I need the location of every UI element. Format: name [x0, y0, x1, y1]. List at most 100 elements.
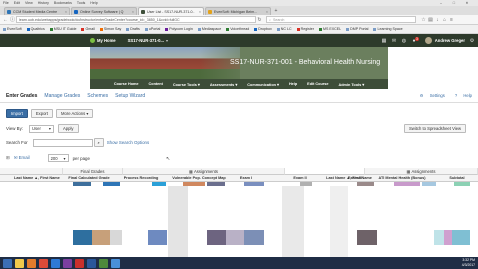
info-icon[interactable]: ⓘ	[9, 16, 16, 23]
grade-cell[interactable]	[148, 230, 167, 245]
browser-tab[interactable]: CCM Student Media Centre ×	[4, 7, 70, 15]
menu-file[interactable]: File	[3, 1, 9, 5]
avatar[interactable]	[424, 37, 432, 44]
grade-cell[interactable]	[207, 182, 225, 186]
menu-view[interactable]: View	[25, 1, 33, 5]
grade-cell[interactable]	[357, 182, 374, 186]
bookmark-item[interactable]: Dropbox	[254, 27, 272, 31]
menu-help[interactable]: Help	[90, 1, 97, 5]
firefox-icon[interactable]	[27, 258, 36, 268]
browser-tab[interactable]: Online Survey Software | Q ×	[71, 7, 137, 15]
column-header-ati-bonus[interactable]: ATI Mental Health (Bonus)	[372, 175, 432, 182]
url-field[interactable]: learn.uob.edu/webapps/gradebook/do/instr…	[16, 16, 256, 23]
bookmark-item[interactable]: EvenSoft	[3, 27, 22, 31]
tab-close-icon[interactable]: ×	[132, 10, 134, 14]
app-icon[interactable]	[111, 258, 120, 268]
bookmark-item[interactable]: NC LC	[276, 27, 292, 31]
menu-assessments[interactable]: Assessments ▾	[210, 82, 237, 87]
grade-cell[interactable]	[73, 230, 92, 245]
clock[interactable]: 3:32 PM 4/3/2017	[462, 258, 475, 267]
search-button[interactable]: ⌕	[93, 138, 104, 147]
message-icon[interactable]: ✉	[391, 38, 397, 44]
bookmark-item[interactable]: Voicethread	[226, 27, 249, 31]
word-icon[interactable]	[87, 258, 96, 268]
grade-cell[interactable]	[244, 230, 264, 245]
grade-cell[interactable]	[152, 182, 166, 186]
new-tab-button[interactable]: +	[272, 7, 280, 15]
reload-icon[interactable]: ↻	[256, 17, 263, 23]
course-selector[interactable]: SS17-NUR-371-0...	[128, 38, 164, 43]
menu-edit-course[interactable]: Edit Course	[307, 82, 328, 86]
outlook-icon[interactable]	[51, 258, 60, 268]
apply-button[interactable]: Apply	[58, 124, 79, 133]
hamburger-menu-icon[interactable]: ≡	[448, 17, 455, 23]
onenote-icon[interactable]	[63, 258, 72, 268]
grade-cell[interactable]	[357, 230, 377, 245]
tab-enter-grades[interactable]: Enter Grades	[6, 93, 37, 99]
column-header-exam-3[interactable]: Exam III	[335, 175, 375, 182]
tab-setup-wizard[interactable]: Setup Wizard	[115, 93, 145, 99]
back-arrow-icon[interactable]: ←	[2, 17, 9, 23]
more-actions-button[interactable]: More Actions ▾	[55, 109, 94, 118]
per-page-select[interactable]: 200 ▾	[47, 154, 69, 162]
menu-communication[interactable]: Communication ▾	[247, 82, 279, 87]
grade-cell[interactable]	[422, 182, 436, 186]
menu-help[interactable]: Help	[289, 82, 297, 86]
my-home-link[interactable]: My Home	[97, 38, 116, 43]
tab-close-icon[interactable]: ×	[199, 10, 201, 14]
gear-icon[interactable]: ⚙	[469, 38, 475, 44]
bookmark-item[interactable]: Qualtrics	[26, 27, 45, 31]
menu-bookmarks[interactable]: Bookmarks	[54, 1, 72, 5]
tab-close-icon[interactable]: ×	[266, 10, 268, 14]
column-header-exam-2[interactable]: Exam II	[285, 175, 315, 182]
menu-edit[interactable]: Edit	[14, 1, 20, 5]
grade-cell[interactable]	[207, 230, 226, 245]
star-icon[interactable]: ☆	[420, 17, 427, 23]
grade-cell[interactable]	[444, 230, 452, 245]
grade-cell[interactable]	[103, 182, 120, 186]
menu-history[interactable]: History	[38, 1, 49, 5]
tab-close-icon[interactable]: ×	[65, 10, 67, 14]
grade-cell[interactable]	[244, 182, 264, 186]
close-icon[interactable]: ✕	[463, 1, 471, 5]
view-by-select[interactable]: User ▾	[29, 124, 55, 133]
grade-cell[interactable]	[226, 230, 244, 245]
column-header-name[interactable]: Last Name ▲, First Name	[0, 175, 63, 182]
user-name[interactable]: Andrew Greger	[435, 38, 465, 43]
menu-content[interactable]: Content	[149, 82, 163, 86]
bookmark-item[interactable]: uPortal	[144, 27, 160, 31]
menu-course-tools[interactable]: Course Tools ▾	[173, 82, 200, 87]
import-button[interactable]: Import	[6, 109, 28, 118]
email-link[interactable]: ✉ Email	[14, 155, 30, 161]
grade-cell[interactable]	[92, 230, 110, 245]
browser-tab[interactable]: EvenSoft: Michigan Beim... ×	[205, 7, 271, 15]
search-input[interactable]	[32, 138, 93, 147]
bookmark-item[interactable]: DMP Portal	[346, 27, 368, 31]
settings-link[interactable]: ⚙ Settings	[415, 93, 445, 98]
switch-spreadsheet-button[interactable]: Switch to Spreadsheet View	[404, 124, 467, 133]
column-header-final-grade[interactable]: Final Calculated Grade	[63, 175, 115, 182]
grid-menu-icon[interactable]: ▦	[381, 38, 387, 44]
help-link[interactable]: ? Help	[450, 93, 472, 98]
start-windows-icon[interactable]	[3, 258, 12, 268]
tab-schemes[interactable]: Schemes	[87, 93, 108, 99]
select-all-checkbox[interactable]: ⊞	[6, 155, 10, 161]
bookmark-item[interactable]: Polycom Login	[165, 27, 193, 31]
bookmark-item[interactable]: MS EXCEL	[318, 27, 341, 31]
bookmark-item[interactable]: Register	[296, 27, 314, 31]
download-icon[interactable]: ↓	[434, 17, 441, 23]
menu-admin-tools[interactable]: Admin Tools ▾	[338, 82, 364, 87]
powerpoint-icon[interactable]	[75, 258, 84, 268]
grade-cell[interactable]	[110, 230, 122, 245]
chat-icon[interactable]: ◍	[401, 38, 407, 44]
show-search-options-link[interactable]: Show Search Options	[107, 140, 149, 145]
chrome-icon[interactable]	[39, 258, 48, 268]
library-icon[interactable]: ▤	[427, 17, 434, 23]
grade-cell[interactable]	[454, 182, 470, 186]
excel-icon[interactable]	[99, 258, 108, 268]
grade-cell[interactable]	[434, 230, 444, 245]
minimize-icon[interactable]: –	[437, 1, 445, 5]
export-button[interactable]: Export	[30, 109, 53, 118]
bookmark-item[interactable]: MSU IT Guide	[49, 27, 76, 31]
bookmark-item[interactable]: Learning Space	[373, 27, 403, 31]
